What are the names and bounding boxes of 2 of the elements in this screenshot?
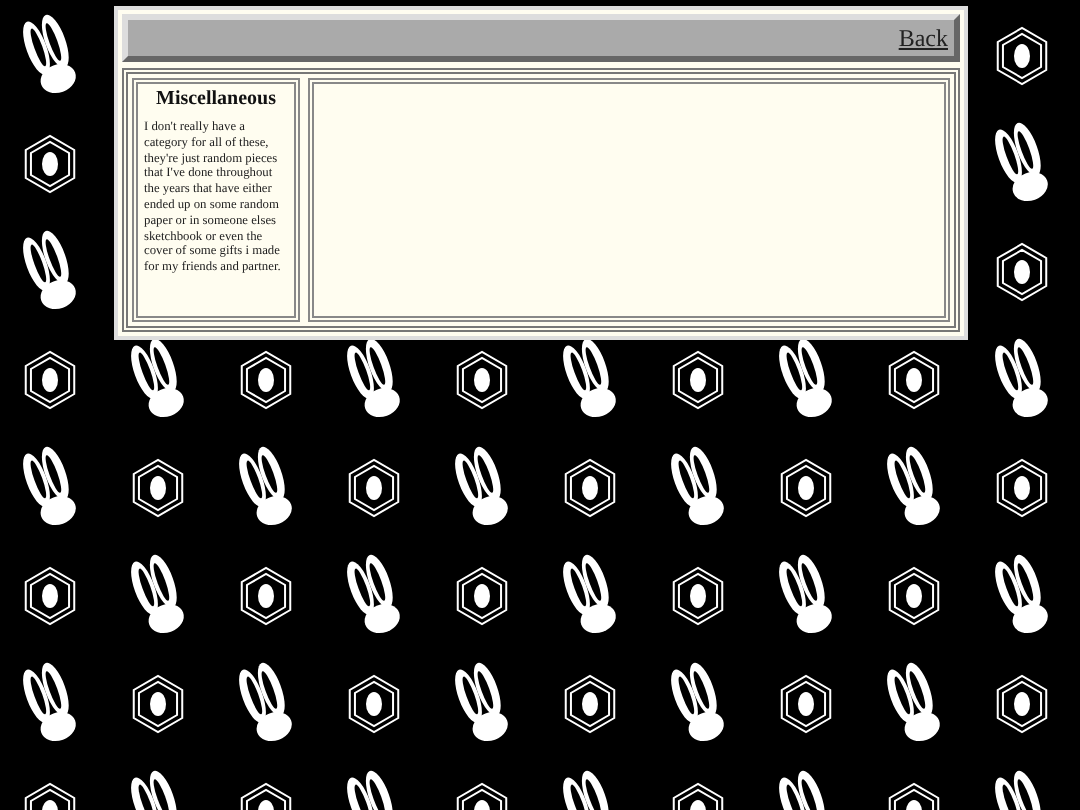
back-link[interactable]: Back bbox=[898, 23, 948, 53]
sidebar-title: Miscellaneous bbox=[154, 88, 278, 110]
